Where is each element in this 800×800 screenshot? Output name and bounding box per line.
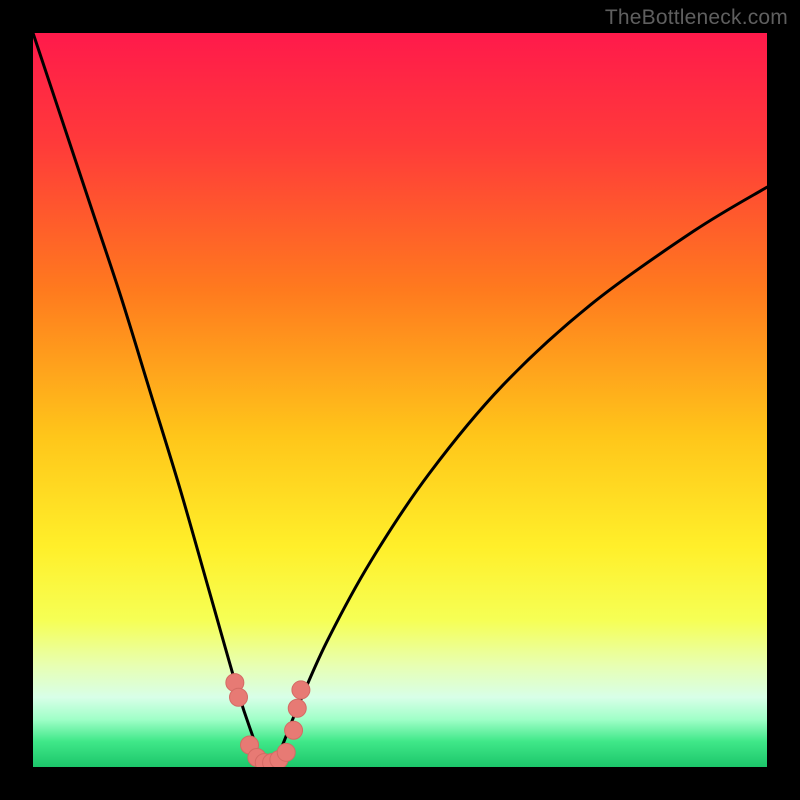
highlight-markers <box>226 674 310 767</box>
highlight-dot <box>285 721 303 739</box>
bottleneck-curve <box>33 33 767 767</box>
chart-svg <box>33 33 767 767</box>
highlight-dot <box>292 681 310 699</box>
plot-area <box>33 33 767 767</box>
watermark-text: TheBottleneck.com <box>605 6 788 30</box>
outer-frame: TheBottleneck.com <box>0 0 800 800</box>
highlight-dot <box>277 743 295 761</box>
highlight-dot <box>288 699 306 717</box>
highlight-dot <box>230 688 248 706</box>
